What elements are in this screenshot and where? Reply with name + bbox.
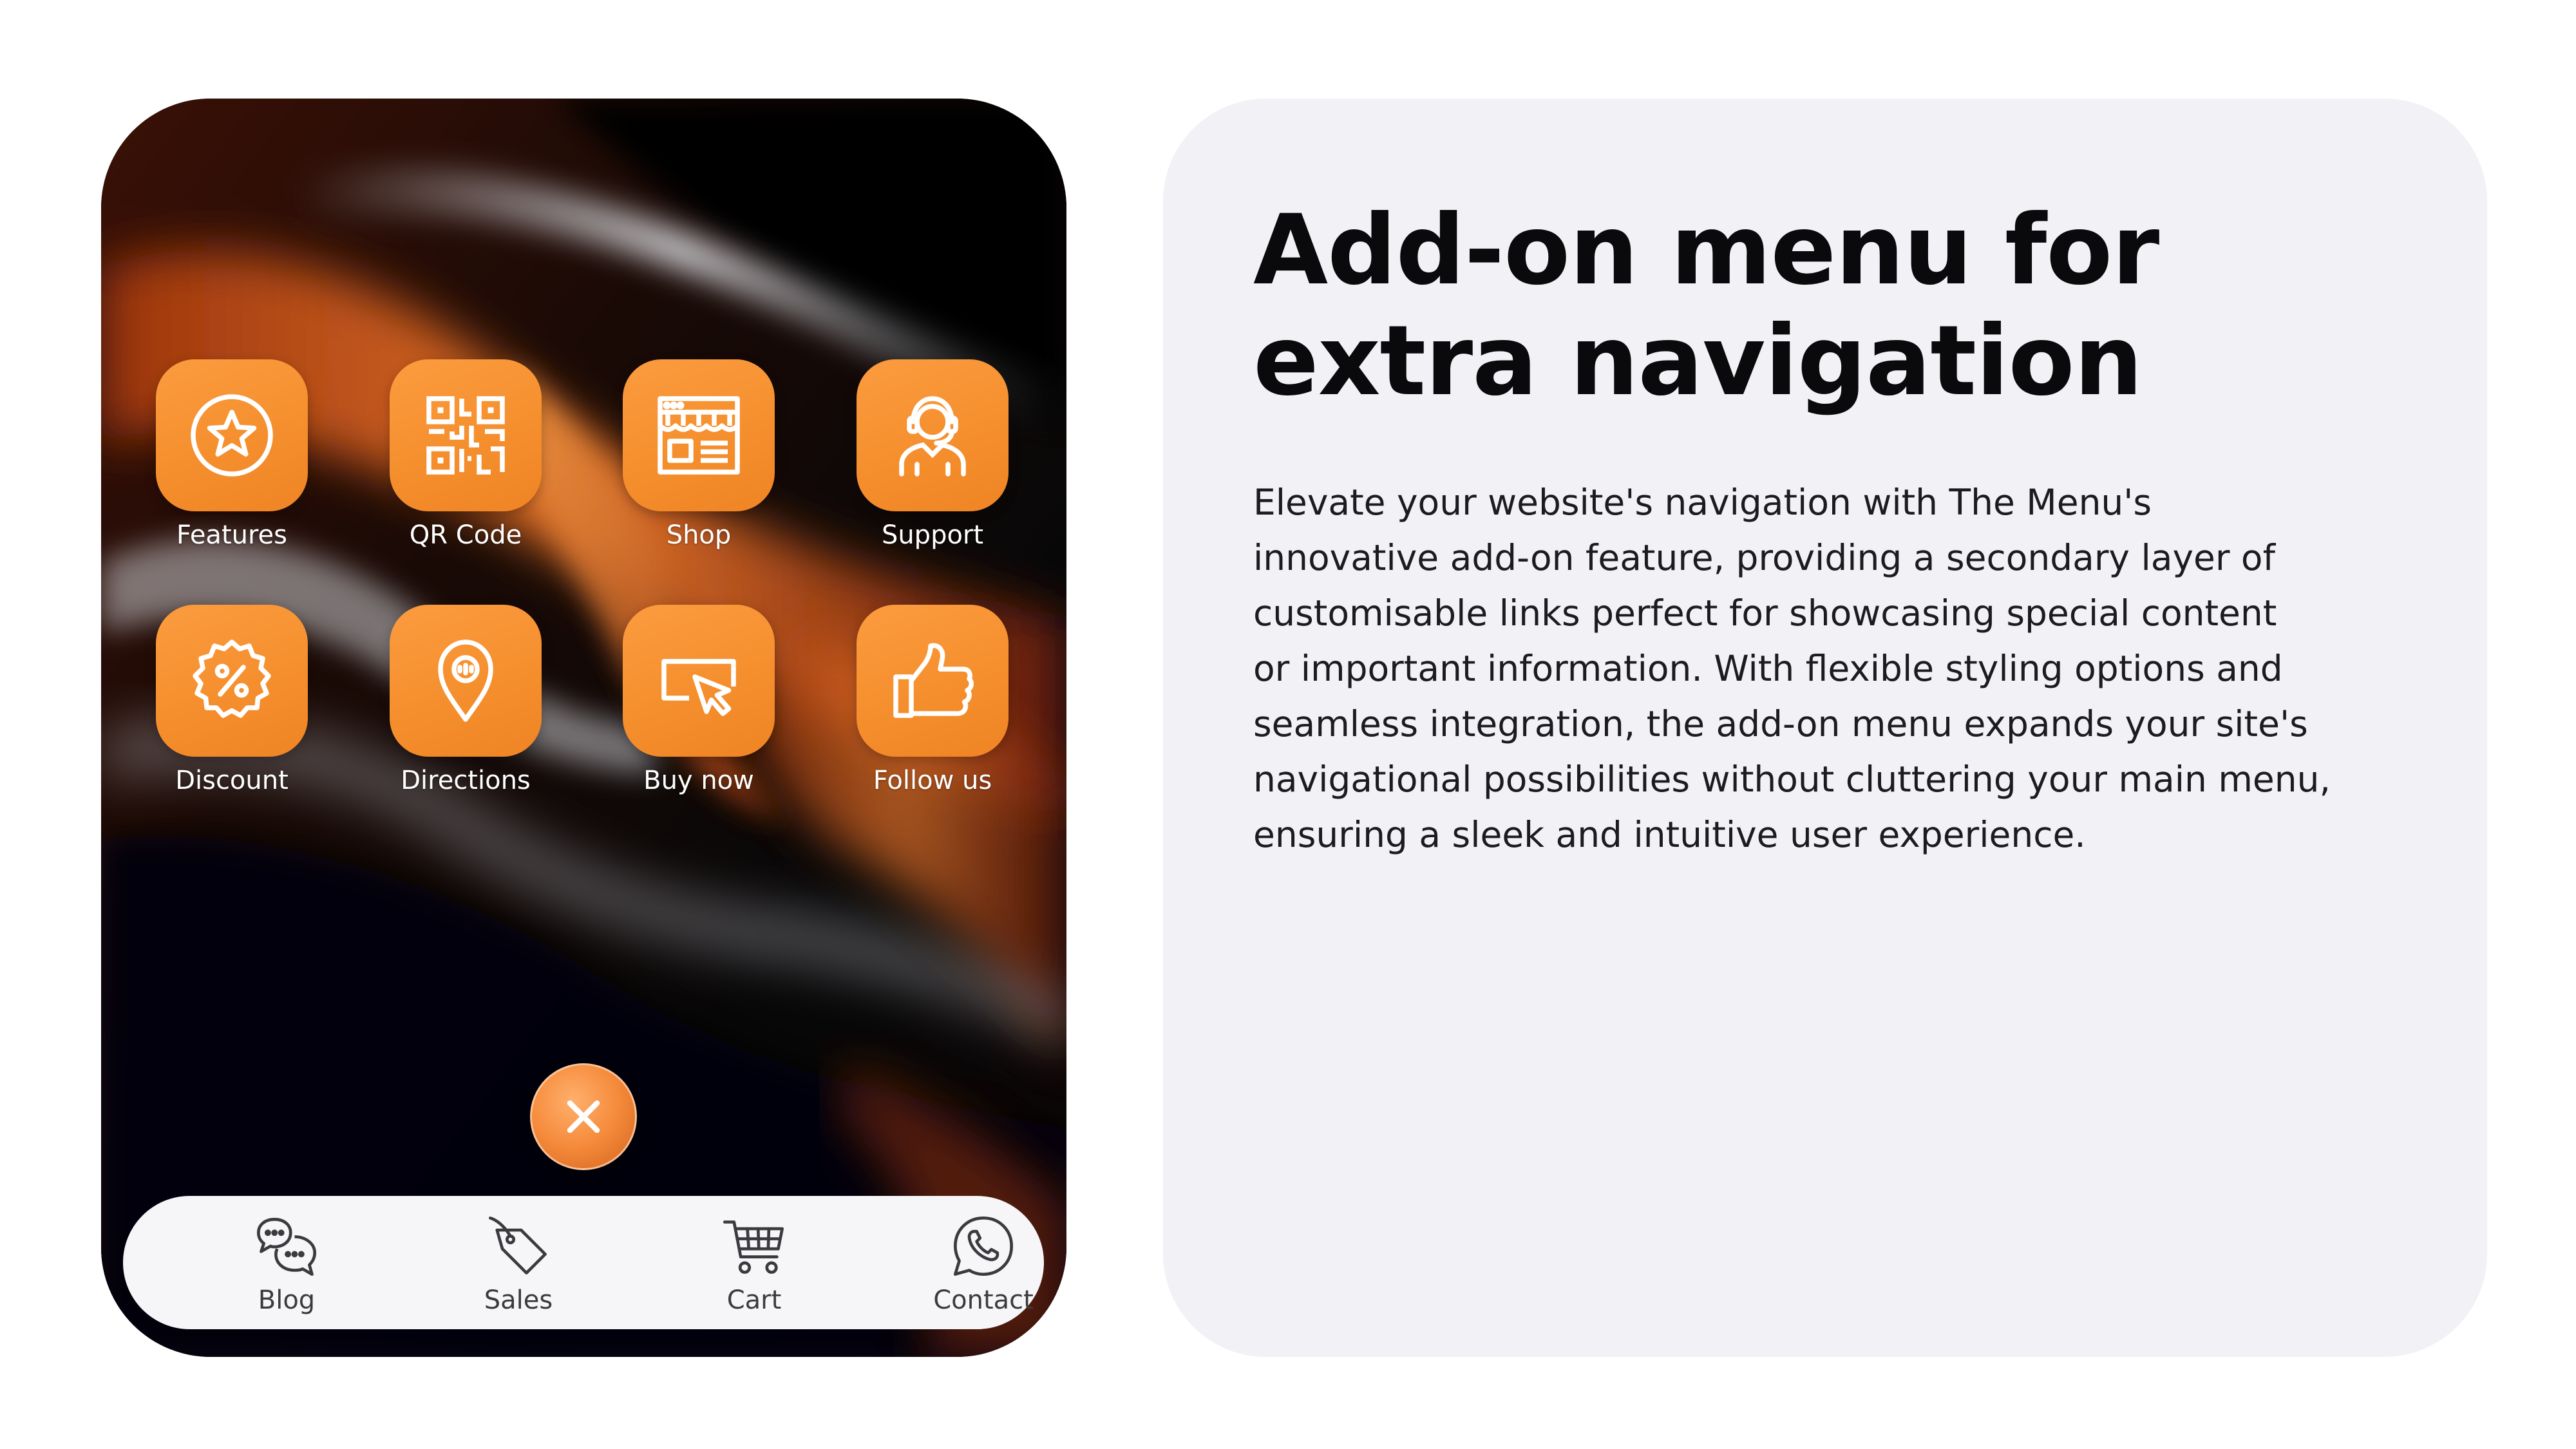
qr-code-button[interactable] [390,359,542,511]
star-circle-icon [191,394,273,477]
nav-item-contact[interactable]: Contact [906,1196,1061,1329]
description-paragraph: Elevate your website's navigation with T… [1253,475,2412,862]
description-line-4: or important information. With flexible … [1253,648,2283,689]
buy-now-label: Buy now [643,766,754,795]
shop-button[interactable] [623,359,775,511]
description-line-6: navigational possibilities without clutt… [1253,759,2331,800]
map-pin-icon [438,639,493,722]
nav-label-blog: Blog [258,1285,316,1315]
headline: Add-on menu for extra navigation [1253,195,2412,417]
headset-support-icon [899,396,966,477]
info-card: Add-on menu for extra navigation Elevate… [1163,99,2487,1357]
close-icon [567,1100,600,1133]
price-tag-icon [488,1216,547,1274]
support-label: Support [881,520,984,550]
phone-mockup: Features QR Code Shop Support Discount D… [101,99,1066,1357]
support-button[interactable] [857,359,1009,511]
discount-label: Discount [175,766,289,795]
storefront-icon [658,396,740,475]
slide: Features QR Code Shop Support Discount D… [0,0,2576,1449]
shopping-cart-icon [723,1220,784,1274]
follow-us-label: Follow us [873,766,992,795]
discount-badge-icon [193,639,271,718]
description-line-5: seamless integration, the add-on menu ex… [1253,703,2308,744]
description-line-3: customisable links perfect for showcasin… [1253,592,2277,634]
headline-line-1: Add-on menu for [1253,194,2159,307]
bottom-navigation-bar: Blog Sales Cart Contact [123,1196,1044,1329]
qr-code-label: QR Code [409,520,522,550]
chat-bubbles-icon [256,1218,317,1276]
follow-us-button[interactable] [857,605,1009,757]
description-line-1: Elevate your website's navigation with T… [1253,482,2152,523]
cursor-click-icon [661,659,736,716]
discount-button[interactable] [156,605,308,757]
whatsapp-phone-icon [953,1216,1014,1276]
close-menu-button[interactable] [530,1063,637,1170]
description-line-2: innovative add-on feature, providing a s… [1253,537,2275,578]
directions-button[interactable] [390,605,542,757]
headline-line-2: extra navigation [1253,305,2143,417]
nav-item-blog[interactable]: Blog [209,1196,364,1329]
nav-label-sales: Sales [484,1285,553,1315]
shop-label: Shop [666,520,732,550]
buy-now-button[interactable] [623,605,775,757]
description-line-7: ensuring a sleek and intuitive user expe… [1253,814,2086,855]
qr-code-icon [426,396,505,475]
thumbs-up-icon [893,643,974,718]
nav-label-contact: Contact [933,1285,1034,1315]
features-button[interactable] [156,359,308,511]
nav-label-cart: Cart [726,1285,782,1315]
features-label: Features [176,520,287,550]
nav-item-cart[interactable]: Cart [677,1196,831,1329]
directions-label: Directions [401,766,531,795]
nav-item-sales[interactable]: Sales [441,1196,596,1329]
